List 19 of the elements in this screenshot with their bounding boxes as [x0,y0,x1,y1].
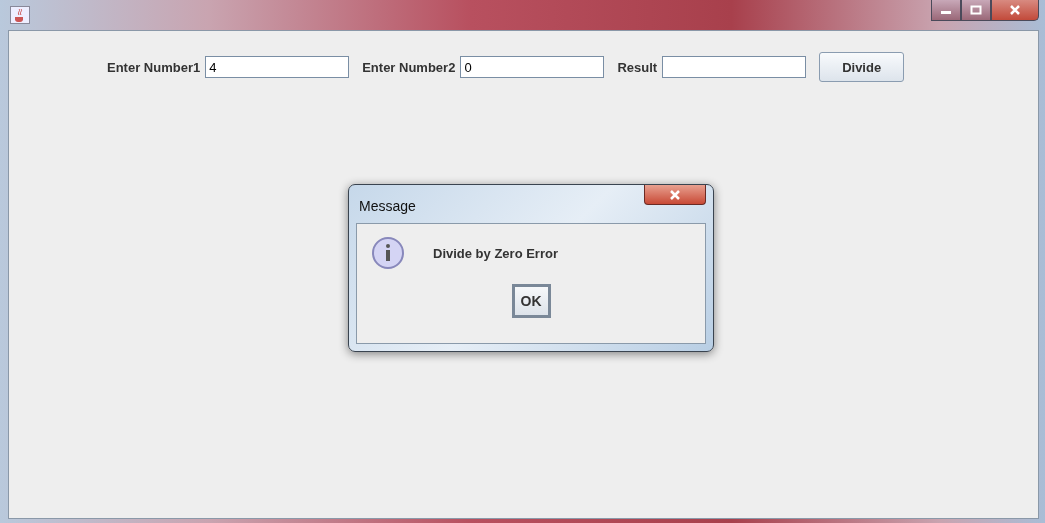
dialog-title: Message [359,198,416,214]
input-field[interactable]: 0 [460,56,605,78]
message-text: Divide by Zero Error [433,245,558,261]
close-icon [1009,5,1021,15]
input-field[interactable] [662,56,807,78]
input-field[interactable]: 4 [205,56,350,78]
field-label: Enter Number2 [362,59,456,75]
close-icon [669,189,681,200]
divide-button[interactable]: Divide [819,52,905,82]
maximize-icon [970,5,982,15]
field-label: Enter Number1 [107,59,201,75]
field-label: Result [617,59,658,75]
info-icon [371,236,405,270]
minimize-button[interactable] [931,0,961,21]
close-button[interactable] [644,185,706,205]
maximize-button[interactable] [961,0,991,21]
java-cup-icon[interactable] [10,6,30,24]
close-button[interactable] [991,0,1039,21]
ok-button[interactable]: OK [511,284,551,318]
